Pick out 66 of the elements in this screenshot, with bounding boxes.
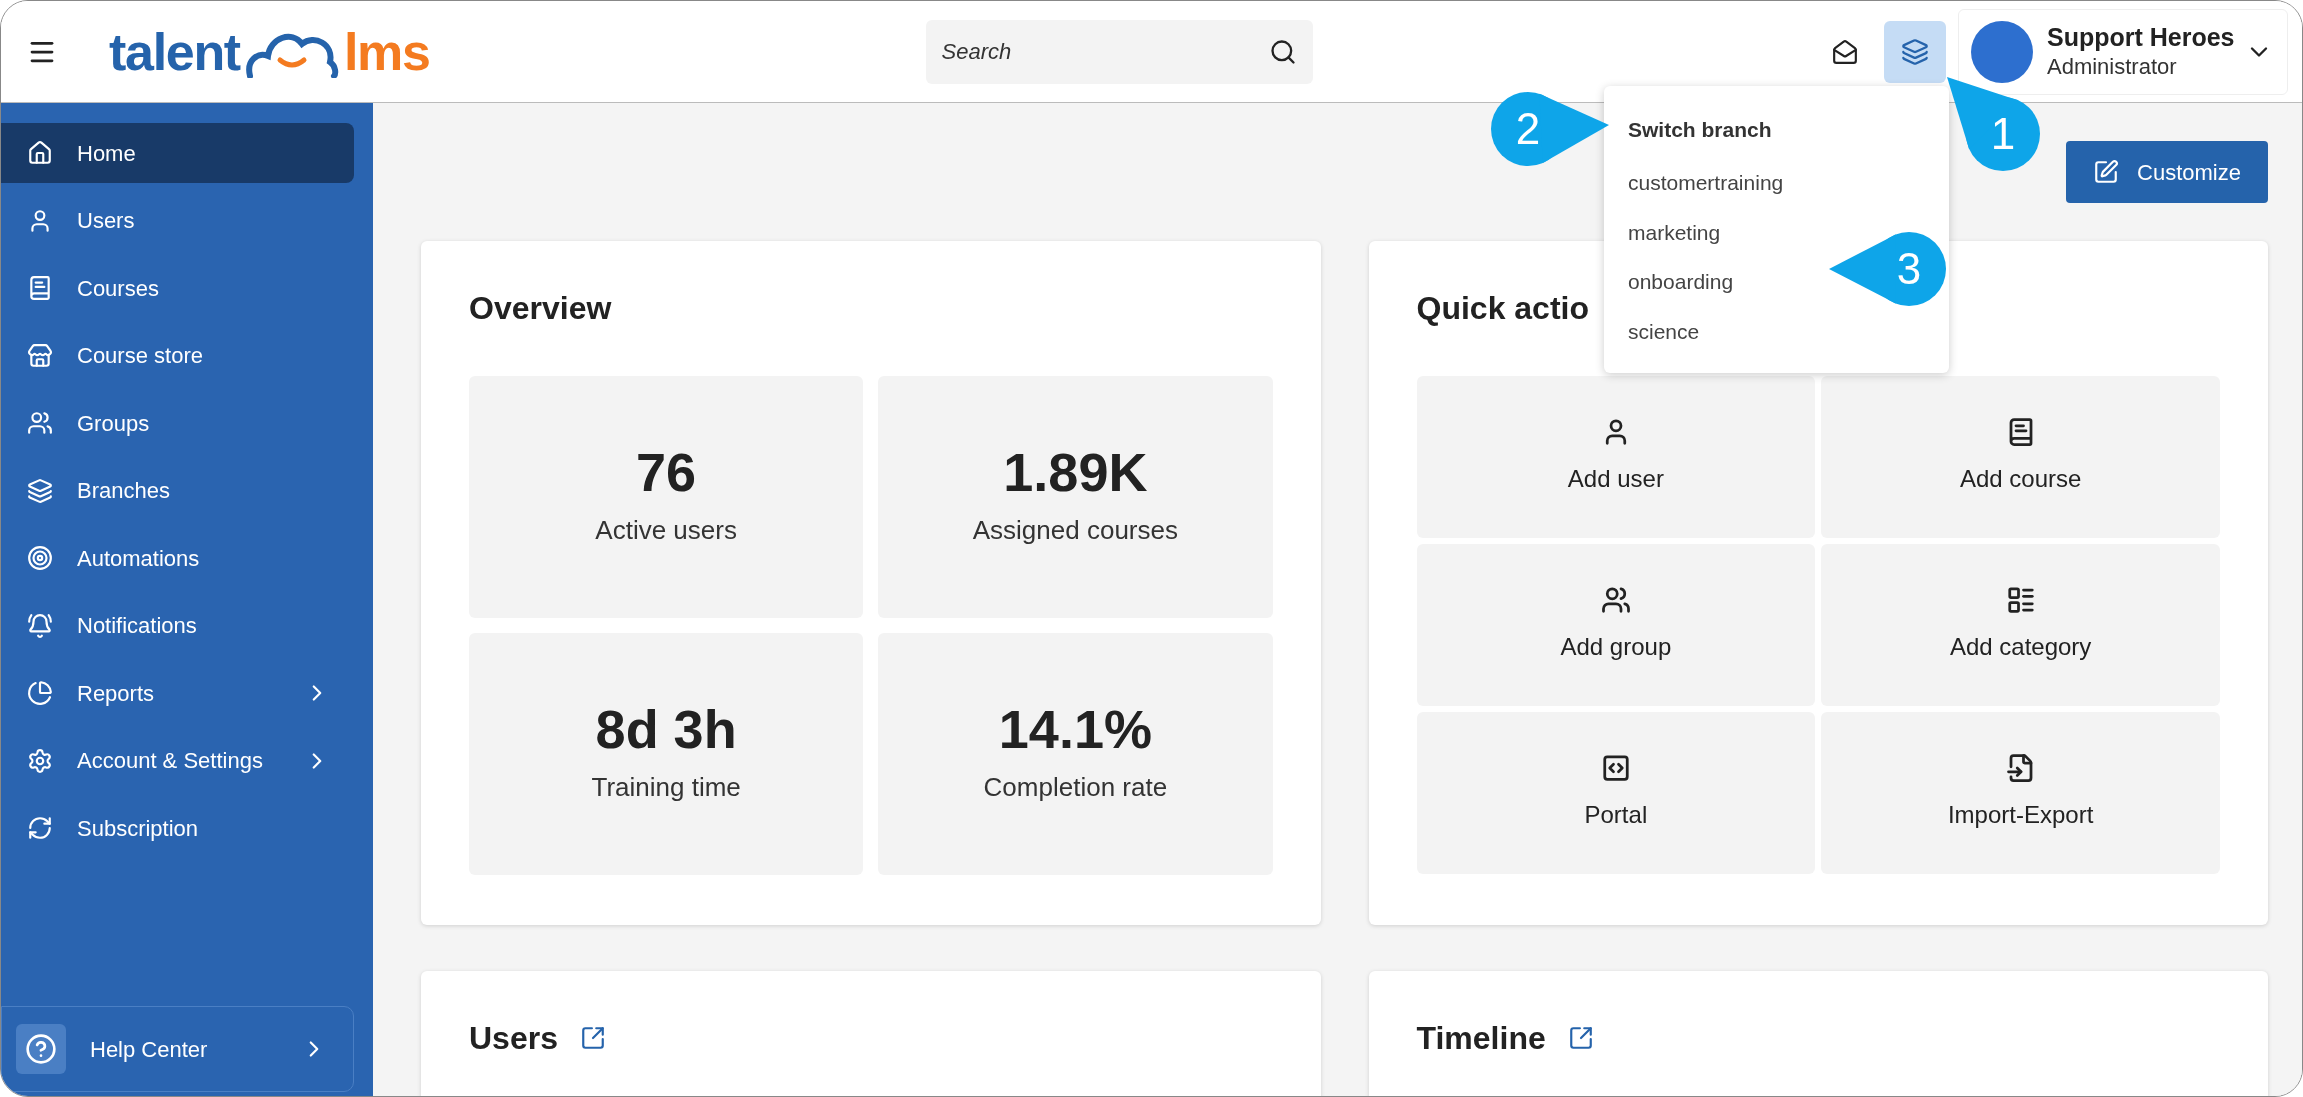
sidebar-item[interactable]: Home (1, 123, 354, 183)
home-icon (27, 140, 53, 166)
quick-action-tile[interactable]: Add course (1821, 376, 2220, 538)
bell-icon (27, 612, 53, 639)
sidebar-item[interactable]: Account & Settings (1, 730, 354, 791)
edit-icon (2093, 159, 2120, 185)
external-link-icon[interactable] (579, 1025, 606, 1051)
quick-action-tile[interactable]: Portal (1416, 712, 1816, 874)
stat-value: 76 (636, 444, 697, 499)
settings-icon (27, 747, 53, 774)
branch-menu-item[interactable]: marketing (1628, 216, 1721, 248)
group-icon (27, 410, 53, 436)
branch-menu-item[interactable]: science (1628, 315, 1700, 347)
card-title: Quick actio (1416, 289, 1590, 328)
help-center-button[interactable]: Help Center (1, 1006, 354, 1092)
layers-icon (27, 477, 53, 504)
sidebar-item[interactable]: Branches (1, 460, 354, 521)
refresh-icon (27, 815, 53, 841)
sidebar-item[interactable]: Reports (1, 663, 354, 723)
callout-number: 3 (1896, 247, 1922, 291)
branch-menu-item[interactable]: customertraining (1628, 167, 1784, 199)
stat-label: Active users (595, 513, 737, 547)
card-title: Timeline (1416, 1019, 1546, 1058)
quick-action-tile[interactable]: Add user (1416, 376, 1816, 538)
sidebar-item[interactable]: Automations (1, 528, 354, 588)
stat-value: 8d 3h (595, 701, 737, 756)
callout-number: 2 (1515, 107, 1541, 151)
list-icon (2005, 585, 2036, 615)
card-title: Users (469, 1019, 558, 1058)
book-icon (27, 275, 53, 301)
stat-label: Completion rate (983, 770, 1168, 804)
user-role: Administrator (2047, 53, 2178, 81)
card-title: Overview (469, 289, 613, 328)
branch-menu-item[interactable]: onboarding (1628, 266, 1734, 298)
layers-icon (1901, 37, 1929, 66)
customize-button[interactable]: Customize (2066, 141, 2268, 203)
stat-value: 14.1% (998, 701, 1152, 756)
sidebar-item[interactable]: Notifications (1, 595, 354, 656)
target-icon (27, 545, 53, 571)
sidebar-item[interactable]: Users (1, 190, 354, 251)
stat-value: 1.89K (1003, 444, 1148, 499)
callout-number: 1 (1990, 112, 2016, 156)
sidebar-item[interactable]: Groups (1, 393, 354, 453)
external-link-icon[interactable] (1567, 1025, 1594, 1051)
branch-switch-button[interactable] (1884, 20, 1946, 83)
code-icon (1600, 753, 1631, 783)
user-name: Support Heroes (2047, 22, 2236, 54)
stat-label: Training time (591, 770, 741, 804)
group-icon (1600, 585, 1631, 615)
search-field[interactable]: Search (925, 19, 1313, 84)
sidebar-item[interactable]: Course store (1, 325, 354, 386)
quick-action-tile[interactable]: Import-Export (1821, 712, 2220, 874)
stat-label: Assigned courses (972, 513, 1178, 547)
store-icon (27, 342, 53, 369)
sidebar-item[interactable]: Courses (1, 258, 354, 318)
search-icon (1268, 37, 1297, 66)
help-icon (25, 1033, 57, 1065)
quick-action-tile[interactable]: Add category (1821, 544, 2220, 706)
user-menu[interactable]: Support Heroes Administrator (1958, 8, 2288, 95)
quick-action-tile[interactable]: Add group (1416, 544, 1816, 706)
pie-chart-icon (27, 680, 53, 706)
logo-text: lms (343, 25, 430, 78)
menu-heading: Switch branch (1628, 117, 1773, 142)
logo-text: talent (109, 25, 240, 78)
sidebar-item[interactable]: Subscription (1, 798, 354, 858)
mail-icon (1832, 38, 1858, 65)
